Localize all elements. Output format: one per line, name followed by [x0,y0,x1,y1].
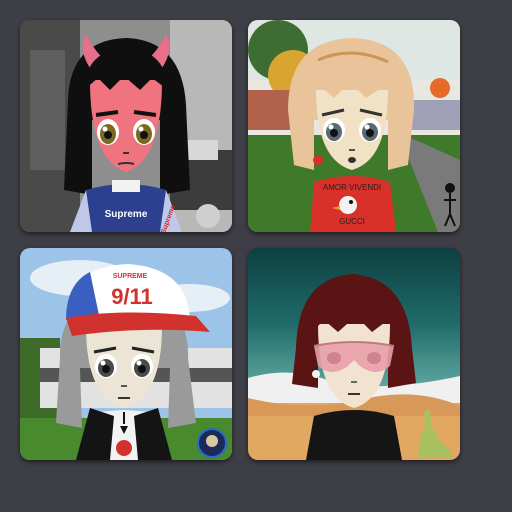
duck-print-icon [339,196,357,214]
avatar-image-3: SUPREME 9/11 [20,248,232,460]
avatar-image-1: Supreme Supreme [20,20,232,232]
avatar-card-4[interactable] [248,248,460,460]
shirt-text: Supreme [105,209,148,220]
avatar-card-3[interactable]: SUPREME 9/11 [20,248,232,460]
avatar-card-2[interactable]: AMOR VIVENDI GUCCI [248,20,460,232]
avatar-image-4 [248,248,460,460]
lobster-print-icon [116,440,132,456]
shirt-text: AMOR VIVENDI [323,183,381,192]
cap-text: 9/11 [111,284,153,309]
skull-icon [196,204,220,228]
shirt-subtext: GUCCI [339,217,365,226]
cap-top-text: SUPREME [113,273,148,280]
avatar-card-1[interactable]: Supreme Supreme [20,20,232,232]
avatar-image-2: AMOR VIVENDI GUCCI [248,20,460,232]
